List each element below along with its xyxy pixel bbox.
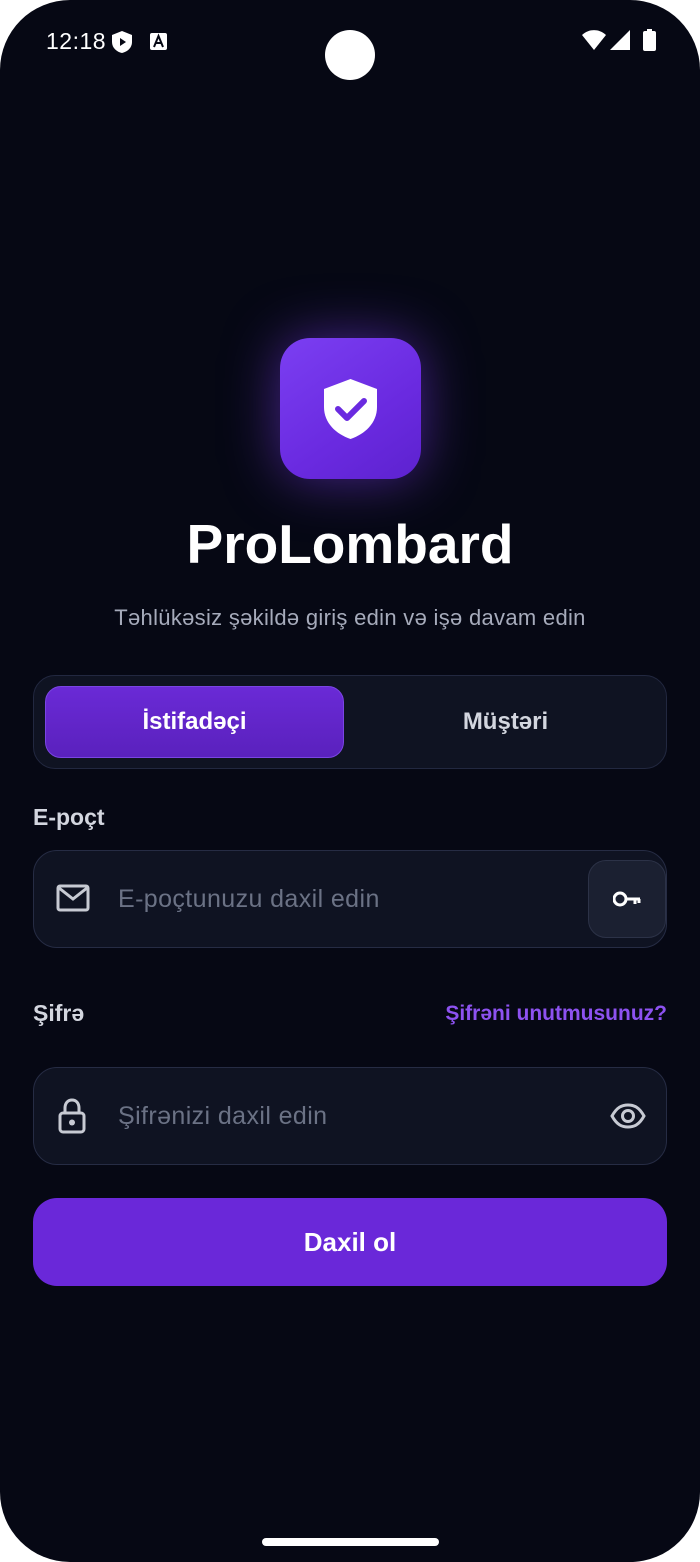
wifi-icon — [582, 30, 606, 50]
status-bar: 12:18 — [0, 0, 700, 86]
app-logo — [280, 338, 421, 479]
password-label: Şifrə — [33, 1000, 85, 1026]
email-label: E-poçt — [33, 804, 105, 830]
login-button[interactable]: Daxil ol — [33, 1198, 667, 1286]
shield-check-icon — [324, 379, 377, 439]
eye-icon[interactable] — [610, 1103, 646, 1129]
user-type-tabs: İstifadəçi Müştəri — [33, 675, 667, 769]
tab-istifadeci[interactable]: İstifadəçi — [45, 686, 344, 758]
email-input[interactable] — [118, 871, 578, 927]
battery-icon — [643, 29, 656, 51]
tab-musteri[interactable]: Müştəri — [356, 686, 655, 758]
password-input[interactable] — [118, 1088, 578, 1144]
mail-icon — [56, 884, 90, 912]
home-indicator[interactable] — [262, 1538, 439, 1546]
signal-icon — [610, 30, 630, 50]
password-field-wrapper — [33, 1067, 667, 1165]
app-title: ProLombard — [186, 513, 514, 575]
app-subtitle: Təhlükəsiz şəkildə giriş edin və işə dav… — [114, 605, 586, 630]
phone-screen: 12:18 ProLombard Təhlükəsiz şəkildə giri… — [0, 0, 700, 1562]
key-icon — [613, 891, 641, 907]
front-camera — [325, 30, 375, 80]
accessibility-a-icon — [150, 33, 167, 50]
shield-play-icon — [112, 31, 132, 53]
status-time: 12:18 — [46, 28, 107, 54]
email-field-wrapper — [33, 850, 667, 948]
forgot-password-link[interactable]: Şifrəni unutmusunuz? — [445, 1002, 667, 1026]
key-button[interactable] — [588, 860, 666, 938]
lock-icon — [58, 1098, 86, 1134]
